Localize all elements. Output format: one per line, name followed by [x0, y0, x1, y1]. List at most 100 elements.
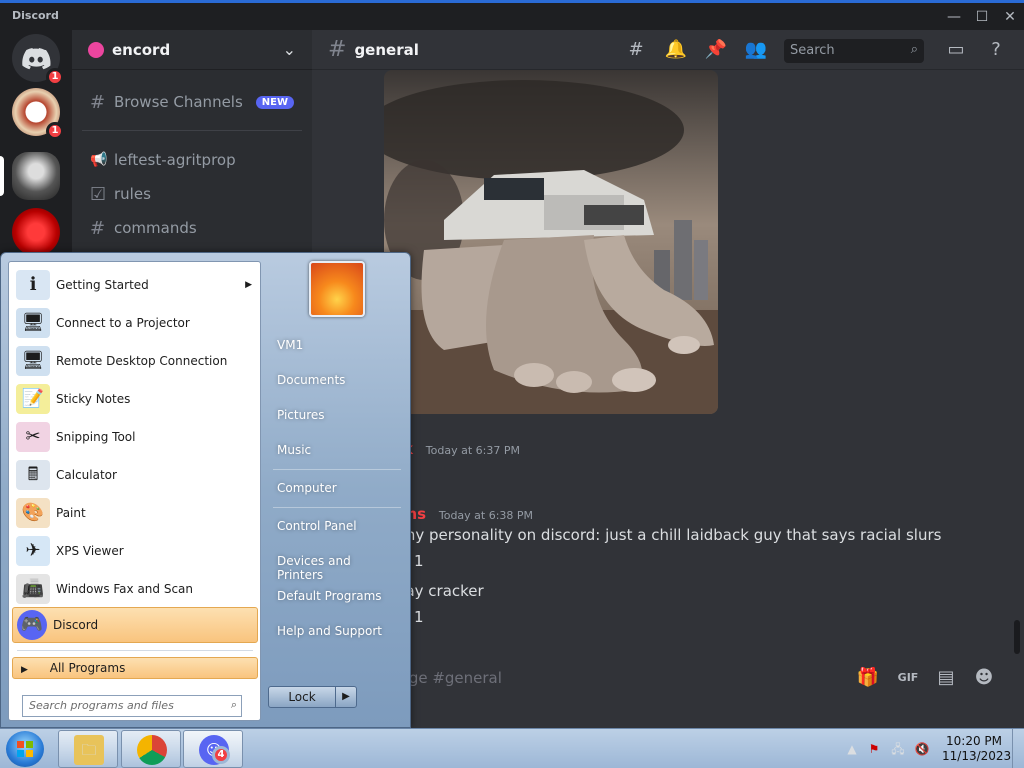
help-icon[interactable]: ? [984, 38, 1008, 62]
link-documents[interactable]: Documents [269, 364, 404, 396]
gif-button[interactable]: GIF [894, 664, 922, 692]
divider [273, 507, 401, 508]
browse-channels[interactable]: # Browse Channels NEW [82, 86, 302, 118]
divider [273, 469, 401, 470]
calculator-icon: 🖩 [16, 460, 50, 490]
projector-icon: 🖥 [16, 308, 50, 338]
threads-icon[interactable]: # [624, 38, 648, 62]
divider [82, 130, 302, 131]
new-badge: NEW [255, 95, 294, 109]
shutdown-options-arrow-icon[interactable]: ▶ [335, 686, 357, 708]
user-picture[interactable] [309, 261, 365, 317]
divider [17, 650, 253, 651]
link-computer[interactable]: Computer [269, 472, 404, 504]
search-input[interactable]: Search ⌕ [784, 39, 924, 63]
paint-icon: 🎨 [16, 498, 50, 528]
program-label: Remote Desktop Connection [56, 354, 228, 368]
server-icon-2[interactable]: 1 [12, 88, 64, 140]
action-center-icon[interactable]: ⚑ [866, 741, 882, 757]
pin-icon[interactable]: 📌 [704, 38, 728, 62]
show-desktop-button[interactable] [1012, 729, 1024, 768]
link-default-programs[interactable]: Default Programs [269, 580, 404, 612]
start-search-placeholder: Search programs and files [29, 699, 174, 712]
reaction-count[interactable]: 1 [414, 608, 424, 626]
emoji-icon[interactable]: ☻ [970, 664, 998, 692]
program-calculator[interactable]: 🖩 Calculator [12, 457, 258, 493]
scrollbar[interactable] [1014, 620, 1020, 654]
server-header[interactable]: encord ⌄ [72, 30, 312, 70]
link-music[interactable]: Music [269, 434, 404, 466]
channel-title: general [354, 40, 419, 59]
clock-time: 10:20 PM [946, 734, 1002, 748]
window-titlebar: Discord — ☐ ✕ [0, 0, 1024, 30]
minimize-button[interactable]: — [940, 6, 968, 28]
server-boost-icon [88, 41, 104, 58]
program-label: Sticky Notes [56, 392, 131, 406]
start-menu-programs: ℹ Getting Started ▶ 🖥 Connect to a Proje… [8, 261, 261, 721]
maximize-button[interactable]: ☐ [968, 6, 996, 28]
discord-icon: 🎮 [17, 610, 47, 640]
notification-badge: 1 [46, 122, 64, 140]
inbox-icon[interactable]: ▭ [944, 38, 968, 62]
snipping-tool-icon: ✂ [16, 422, 50, 452]
channel-label: leftest-agritprop [114, 151, 236, 169]
gift-icon[interactable]: 🎁 [854, 664, 882, 692]
folder-icon: 🗀 [74, 735, 104, 765]
taskbar-chrome[interactable] [121, 730, 181, 768]
volume-muted-icon[interactable]: 🔇 [914, 741, 930, 757]
server-icon-encord[interactable] [12, 152, 60, 200]
rules-icon: ☑ [90, 183, 107, 205]
hash-icon: # [328, 37, 347, 62]
program-sticky-notes[interactable]: 📝 Sticky Notes [12, 381, 258, 417]
program-connect-projector[interactable]: 🖥 Connect to a Projector [12, 305, 258, 341]
notification-badge: 1 [46, 68, 64, 86]
message-timestamp: Today at 6:38 PM [438, 509, 534, 522]
getting-started-icon: ℹ [16, 270, 50, 300]
server-icon-4[interactable] [12, 208, 60, 256]
sticker-icon[interactable]: ▤ [932, 664, 960, 692]
arrow-right-icon: ▶ [21, 665, 28, 675]
all-programs-button[interactable]: ▶ All Programs [12, 657, 258, 679]
network-icon[interactable]: 🖧 [890, 741, 906, 757]
taskbar-discord[interactable]: ☺ 4 [183, 730, 243, 768]
bell-icon[interactable]: 🔔 [664, 38, 688, 62]
reaction-count[interactable]: 1 [414, 552, 424, 570]
all-programs-label: All Programs [49, 661, 126, 675]
link-devices-printers[interactable]: Devices and Printers [269, 545, 404, 582]
start-button[interactable] [6, 731, 44, 767]
chevron-down-icon: ⌄ [282, 40, 296, 59]
link-control-panel[interactable]: Control Panel [269, 510, 404, 542]
channel-label: commands [114, 219, 197, 237]
chrome-icon [137, 735, 167, 765]
start-menu: ℹ Getting Started ▶ 🖥 Connect to a Proje… [0, 252, 411, 728]
show-hidden-icons-icon[interactable]: ▲ [844, 741, 860, 757]
program-remote-desktop[interactable]: 🖥 Remote Desktop Connection [12, 343, 258, 379]
program-fax-scan[interactable]: 📠 Windows Fax and Scan [12, 571, 258, 607]
program-label: Windows Fax and Scan [56, 582, 194, 596]
program-getting-started[interactable]: ℹ Getting Started ▶ [12, 267, 258, 303]
members-icon[interactable]: 👥 [744, 38, 768, 62]
close-button[interactable]: ✕ [996, 6, 1024, 28]
program-label: Paint [56, 506, 86, 520]
program-snipping-tool[interactable]: ✂ Snipping Tool [12, 419, 258, 455]
channel-commands[interactable]: # commands [82, 212, 302, 244]
program-xps-viewer[interactable]: ✈ XPS Viewer [12, 533, 258, 569]
direct-messages-home[interactable]: 1 [12, 34, 64, 86]
program-paint[interactable]: 🎨 Paint [12, 495, 258, 531]
announcement-icon: 📢 [90, 152, 108, 168]
search-icon: ⌕ [910, 42, 918, 57]
taskbar-explorer[interactable]: 🗀 [58, 730, 118, 768]
image-attachment[interactable] [384, 70, 718, 414]
selected-server-pill [0, 156, 4, 196]
link-help-support[interactable]: Help and Support [269, 615, 404, 647]
link-pictures[interactable]: Pictures [269, 399, 404, 431]
link-vm1[interactable]: VM1 [269, 329, 404, 361]
lock-button[interactable]: Lock [268, 686, 336, 708]
clock[interactable]: 10:20 PM 11/13/2023 [942, 734, 1011, 764]
channel-rules[interactable]: ☑ rules [82, 178, 302, 210]
channel-header: # general # 🔔 📌 👥 Search ⌕ ▭ ? [312, 30, 1024, 70]
channel-leftest-agritprop[interactable]: 📢 leftest-agritprop [82, 144, 302, 176]
start-search-input[interactable]: Search programs and files ⌕ [22, 695, 242, 717]
program-discord[interactable]: 🎮 Discord [12, 607, 258, 643]
submenu-arrow-icon: ▶ [245, 280, 252, 290]
